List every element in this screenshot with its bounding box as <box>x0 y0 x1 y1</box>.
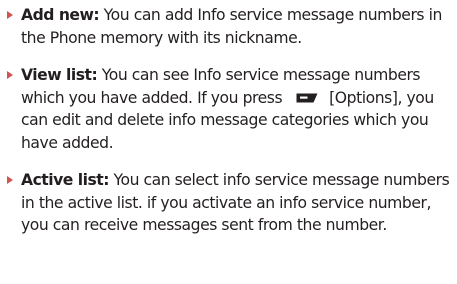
list-item-view-list: View list: You can see Info service mess… <box>4 64 455 154</box>
list-item-active-list: Active list: You can select info service… <box>4 169 455 237</box>
feature-description-list: Add new: You can add Info service messag… <box>4 4 455 252</box>
bullet-arrow-icon <box>7 11 13 19</box>
item-term: Active list: <box>21 171 109 189</box>
left-soft-key-icon <box>296 93 318 102</box>
bullet-arrow-icon <box>7 71 13 79</box>
bullet-arrow-icon <box>7 176 13 184</box>
item-term: View list: <box>21 66 98 84</box>
item-term: Add new: <box>21 6 100 24</box>
list-item-add-new: Add new: You can add Info service messag… <box>4 4 455 49</box>
